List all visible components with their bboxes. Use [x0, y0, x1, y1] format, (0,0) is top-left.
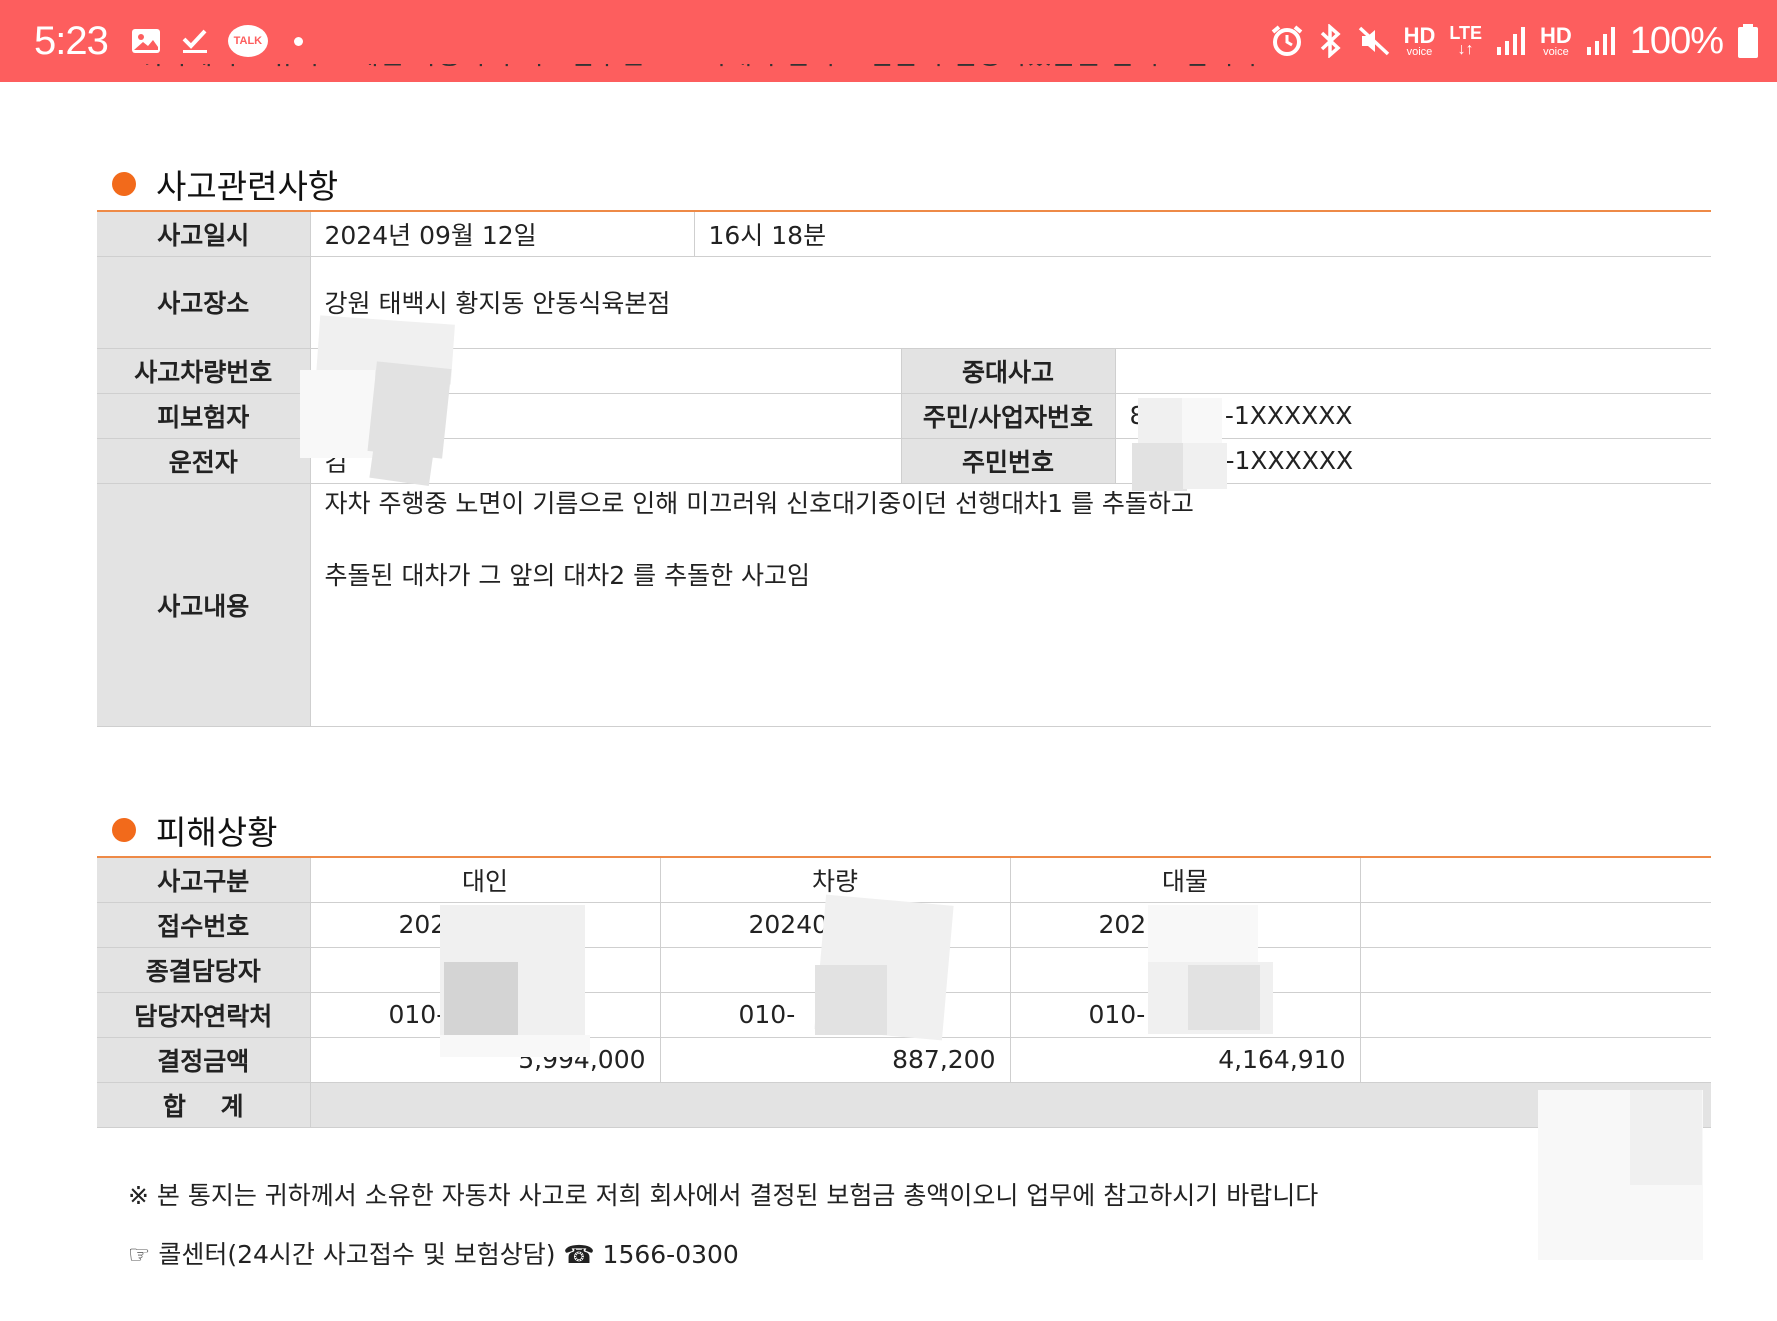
empty-cell [1359, 902, 1711, 948]
kakaotalk-icon: TALK [227, 25, 268, 57]
more-notifications-icon [293, 36, 303, 46]
damage-section-title: 피해상황 [112, 806, 277, 854]
mute-icon [1358, 25, 1390, 57]
alarm-icon [1270, 24, 1304, 58]
label-vehicle-no: 사고차량번호 [97, 348, 310, 394]
hd-voice-icon: HD voice [1403, 22, 1436, 58]
bluetooth-icon [1318, 24, 1344, 58]
gallery-icon [130, 25, 162, 57]
major-value [1114, 348, 1711, 394]
label-amount: 결정금액 [97, 1037, 310, 1083]
label-contact: 담당자연락처 [97, 992, 310, 1038]
table-row: 결정금액 5,994,000 887,200 4,164,910 [97, 1037, 1711, 1083]
hd-voice-icon-2: HD voice [1540, 22, 1572, 58]
label-type: 사고구분 [97, 856, 310, 903]
label-manager: 종결담당자 [97, 947, 310, 993]
redaction-block [444, 962, 518, 1038]
label-id-biz: 주민/사업자번호 [900, 393, 1115, 439]
empty-cell [1359, 992, 1711, 1038]
accident-place: 강원 태백시 황지동 안동식육본점 [309, 256, 1711, 349]
table-row: 사고내용 자차 주행중 노면이 기름으로 인해 미끄러워 신호대기중이던 선행대… [97, 483, 1711, 727]
accident-content: 자차 주행중 노면이 기름으로 인해 미끄러워 신호대기중이던 선행대차1 를 … [309, 483, 1711, 727]
total-value [309, 1082, 1711, 1128]
redaction-block [1188, 965, 1260, 1030]
label-major: 중대사고 [900, 348, 1115, 394]
label-datetime: 사고일시 [97, 210, 310, 257]
empty-cell [1359, 1037, 1711, 1083]
battery-level: 100% [1629, 19, 1724, 62]
redaction-block [1183, 443, 1227, 489]
battery-icon [1737, 24, 1759, 58]
orange-bullet-icon [112, 172, 136, 196]
accident-info-table: 사고일시 2024년 09월 12일 16시 18분 사고장소 강원 태백시 황… [97, 210, 1711, 727]
redaction-block [1132, 443, 1187, 491]
lte-icon: LTE ↓↑ [1449, 23, 1483, 58]
label-insured: 피보험자 [97, 393, 310, 439]
label-place: 사고장소 [97, 256, 310, 349]
table-row: 사고구분 대인 차량 대물 [97, 856, 1711, 903]
intro-line: 귀하께서 소유하고 계신 자동차의 사고접수건으로 아래와 같이 보험금이 결정… [138, 64, 1267, 100]
label-content: 사고내용 [97, 483, 310, 727]
col-type-property: 대물 [1009, 856, 1360, 903]
accident-section-title: 사고관련사항 [112, 160, 338, 208]
notice-text: ※ 본 통지는 귀하께서 소유한 자동차 사고로 저희 회사에서 결정된 보험금… [128, 1181, 1319, 1210]
redaction-block [300, 370, 375, 458]
redaction-block [1148, 905, 1258, 965]
accident-date: 2024년 09월 12일 [309, 210, 694, 257]
empty-cell [1359, 856, 1711, 903]
amount-vehicle: 887,200 [659, 1037, 1010, 1083]
col-type-bodily: 대인 [309, 856, 660, 903]
redaction-block [1630, 1090, 1702, 1185]
task-check-icon [180, 26, 210, 56]
amount-property: 4,164,910 [1009, 1037, 1360, 1083]
clock: 5:23 [34, 18, 109, 63]
redaction-block [440, 1035, 590, 1057]
signal-icon [1496, 27, 1526, 55]
orange-bullet-icon [112, 818, 136, 842]
redaction-block [815, 965, 887, 1035]
signal-icon-2 [1586, 27, 1616, 55]
empty-cell [1359, 947, 1711, 993]
table-row: 사고일시 2024년 09월 12일 16시 18분 [97, 210, 1711, 257]
label-resident-no: 주민번호 [900, 438, 1115, 484]
content-line-1: 자차 주행중 노면이 기름으로 인해 미끄러워 신호대기중이던 선행대차1 를 … [324, 488, 1194, 518]
label-driver: 운전자 [97, 438, 310, 484]
label-receipt-no: 접수번호 [97, 902, 310, 948]
redaction-block [369, 436, 435, 486]
callcenter-text: ☞ 콜센터(24시간 사고접수 및 보험상담) ☎ 1566-0300 [128, 1240, 739, 1269]
table-row: 합 계 [97, 1082, 1711, 1128]
content-line-2: 추돌된 대차가 그 앞의 대차2 를 추돌한 사고임 [324, 560, 811, 590]
accident-time: 16시 18분 [693, 210, 1711, 257]
label-total: 합 계 [97, 1082, 310, 1128]
